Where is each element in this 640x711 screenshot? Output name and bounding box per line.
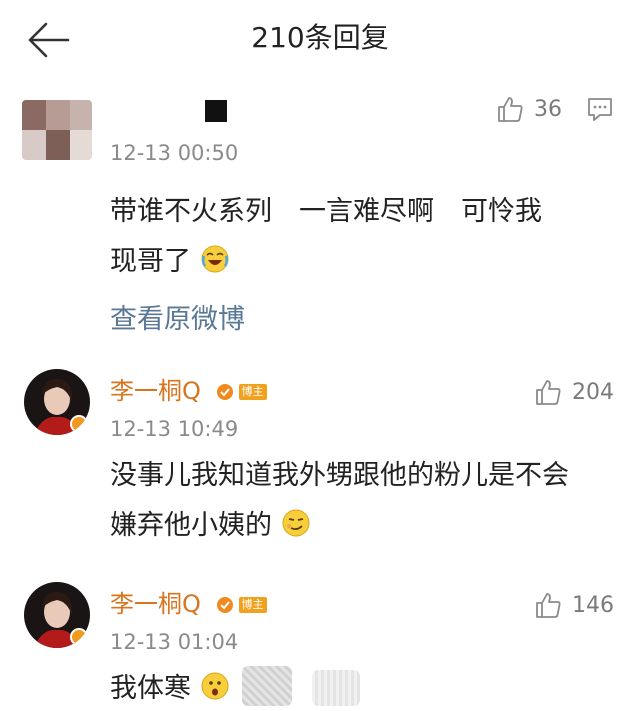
blurred-sticker xyxy=(242,666,292,706)
comment-text: 我体寒 xyxy=(110,664,622,711)
verified-badge-icon xyxy=(70,628,88,646)
thumbs-up-icon xyxy=(498,97,523,122)
comment-time: 12-13 01:04 xyxy=(110,630,239,654)
thinking-emoji-icon xyxy=(201,672,229,700)
avatar[interactable] xyxy=(22,100,92,160)
comment-item: 李一桐Q 博主 12-13 01:04 我体寒 146 xyxy=(0,578,640,711)
avatar[interactable] xyxy=(24,369,90,435)
like-count: 204 xyxy=(572,379,614,405)
smirk-emoji-icon xyxy=(282,509,310,537)
like-button[interactable]: 36 xyxy=(496,92,614,126)
comment-icon[interactable] xyxy=(586,95,614,123)
comment-time: 12-13 10:49 xyxy=(110,417,239,441)
username[interactable]: 李一桐Q 博主 xyxy=(110,375,267,407)
like-button[interactable]: 146 xyxy=(534,588,614,622)
fan-badge-icon xyxy=(216,597,233,613)
view-original-post-link[interactable]: 查看原微博 xyxy=(110,300,245,340)
comment-time: 12-13 00:50 xyxy=(110,141,239,165)
like-count: 36 xyxy=(534,96,562,122)
page-title: 210条回复 xyxy=(251,21,389,54)
like-button[interactable]: 204 xyxy=(534,375,614,409)
comment-item: 12-13 00:50 带谁不火系列 一言难尽啊 可怜我 现哥了 查看原微博 3… xyxy=(0,95,640,355)
avatar[interactable] xyxy=(24,582,90,648)
comment-text: 带谁不火系列 一言难尽啊 可怜我 现哥了 xyxy=(110,196,542,277)
user-badges: 博主 xyxy=(215,382,267,402)
fan-badge-icon xyxy=(216,384,233,400)
comment-text: 没事儿我知道我外甥跟他的粉儿是不会 嫌弃他小姨的 xyxy=(110,460,569,541)
laugh-cry-emoji-icon xyxy=(201,245,229,273)
username[interactable]: 李一桐Q 博主 xyxy=(110,588,267,620)
blogger-badge: 博主 xyxy=(238,384,267,400)
redacted-username xyxy=(205,100,227,122)
thumbs-up-icon xyxy=(536,380,561,405)
comment-item: 李一桐Q 博主 12-13 10:49 没事儿我知道我外甥跟他的粉儿是不会 嫌弃… xyxy=(0,365,640,565)
thumbs-up-icon xyxy=(536,593,561,618)
top-bar: 210条回复 xyxy=(0,0,640,78)
verified-badge-icon xyxy=(70,415,88,433)
user-badges: 博主 xyxy=(215,595,267,615)
like-count: 146 xyxy=(572,592,614,618)
blurred-sticker xyxy=(312,670,360,706)
blogger-badge: 博主 xyxy=(238,597,267,613)
